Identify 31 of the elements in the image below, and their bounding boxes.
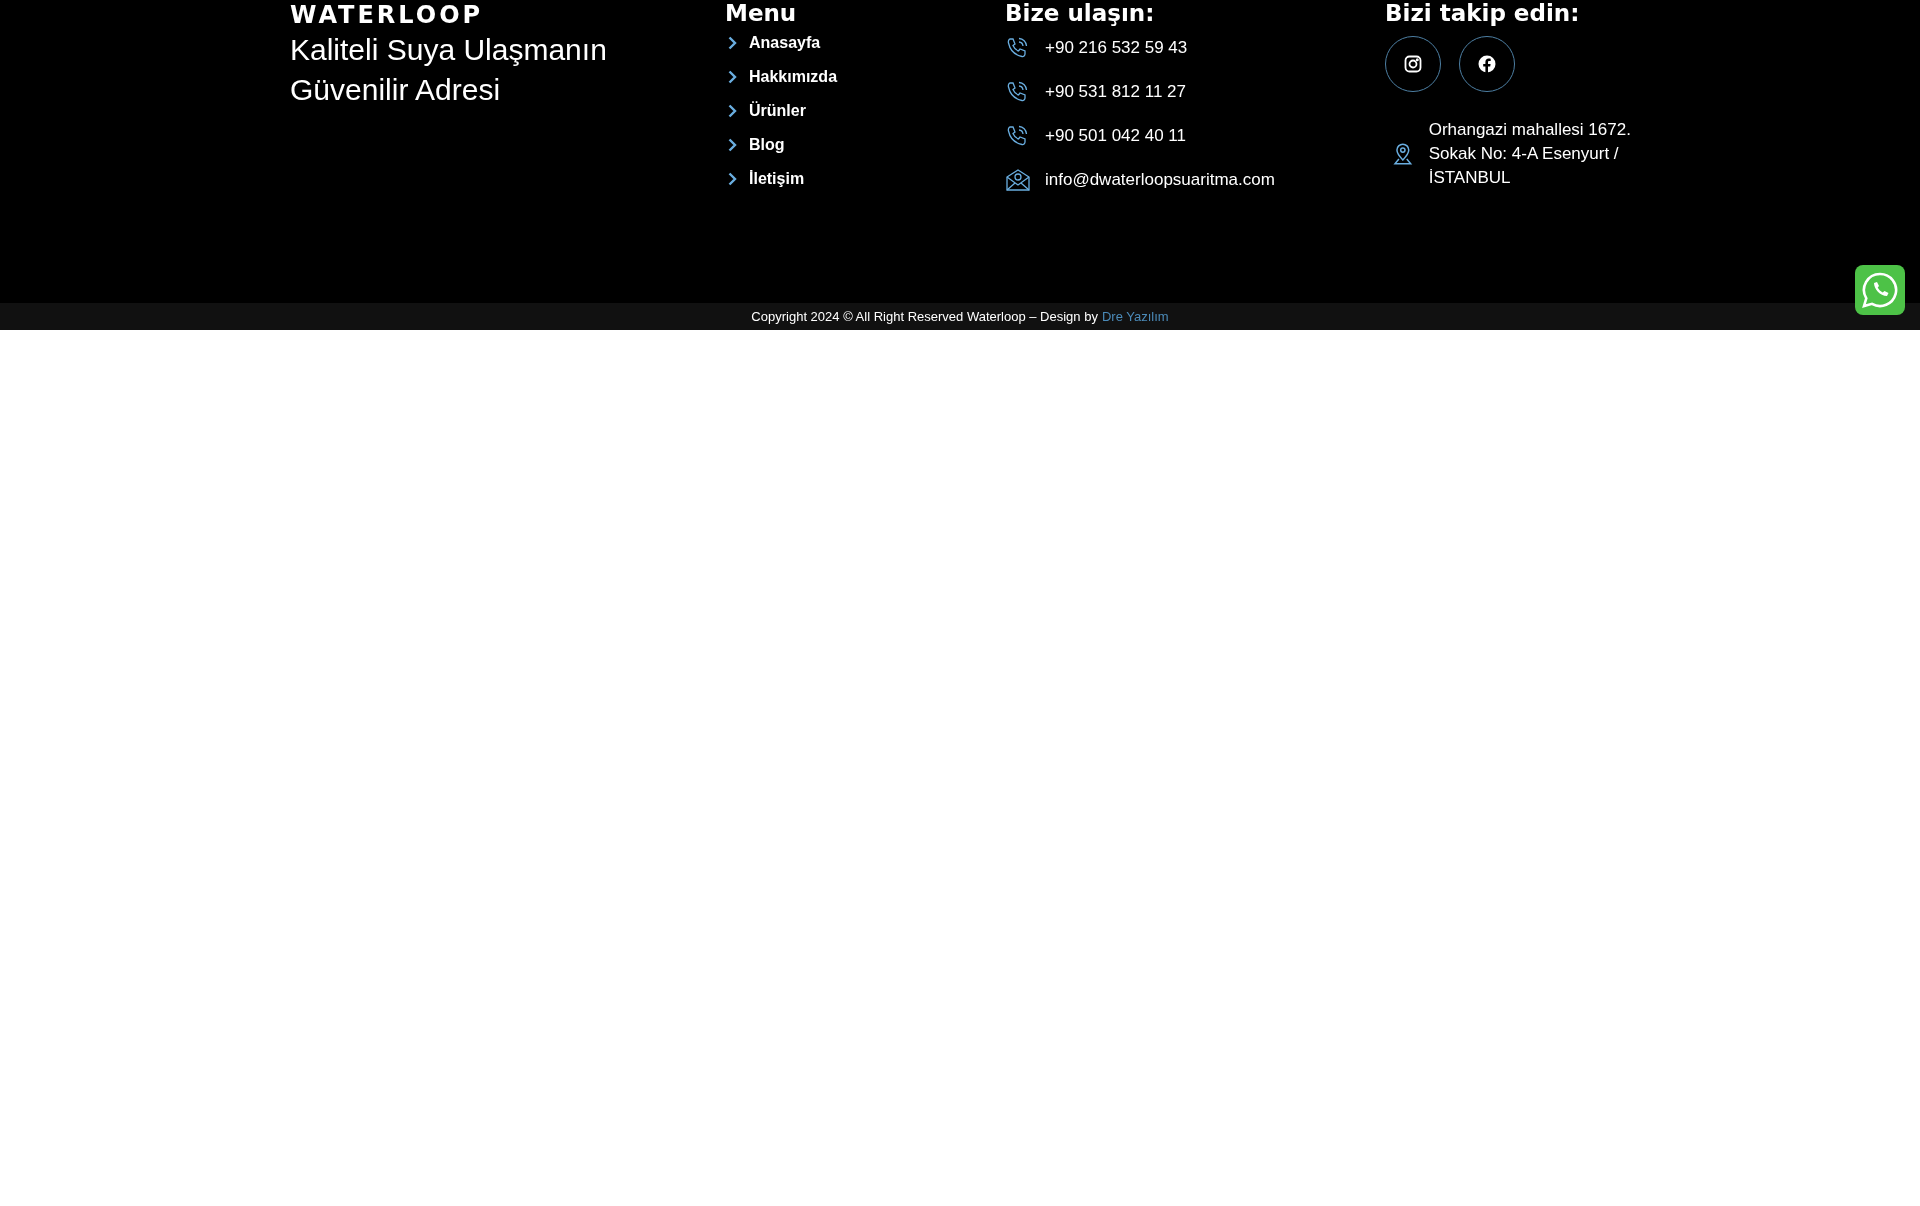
chevron-icon: [728, 138, 737, 152]
location-pin-icon: [1393, 142, 1413, 166]
phone-icon: [1005, 124, 1029, 148]
column-heading: Menu: [725, 0, 798, 26]
phone-icon: [1005, 80, 1029, 104]
menu-link[interactable]: İletişim: [728, 162, 1005, 196]
menu-link[interactable]: Ürünler: [728, 94, 1005, 128]
phone-number[interactable]: +90 501 042 40 11: [1045, 126, 1186, 146]
email-address[interactable]: info@dwaterloopsuaritma.com: [1045, 170, 1275, 190]
phone-icon: [1005, 36, 1029, 60]
facebook-icon: [1478, 55, 1496, 73]
copyright-text: Copyright 2024 © All Right Reserved Waterloop – Design by: [751, 309, 1098, 324]
envelope-icon: [1005, 168, 1031, 192]
menu-link[interactable]: Hakkımızda: [728, 60, 1005, 94]
chevron-icon: [728, 104, 737, 118]
menu-link[interactable]: Blog: [728, 128, 1005, 162]
chevron-icon: [728, 172, 737, 186]
phone-number[interactable]: +90 531 812 11 27: [1045, 82, 1186, 102]
menu-link[interactable]: Anasayfa: [728, 26, 1005, 60]
chevron-icon: [728, 70, 737, 84]
column-heading: Bize ulaşın:: [1005, 0, 1156, 26]
tagline: Kaliteli Suya Ulaşmanın Güvenilir Adresi: [290, 32, 608, 108]
chevron-icon: [728, 36, 737, 50]
phone-number[interactable]: +90 216 532 59 43: [1045, 38, 1188, 58]
instagram-icon: [1404, 55, 1422, 73]
logo[interactable]: WATERLOOP: [290, 0, 690, 30]
chat-bubble-icon: [1861, 271, 1899, 309]
designer-link[interactable]: Dre Yazılım: [1101, 309, 1169, 324]
address-text: Orhangazi mahallesi 1672. Sokak No: 4-A Esenyurt / İSTANBUL: [1428, 119, 1632, 189]
column-heading: Bizi takip edin:: [1385, 0, 1581, 26]
whatsapp-button[interactable]: [1855, 265, 1905, 315]
